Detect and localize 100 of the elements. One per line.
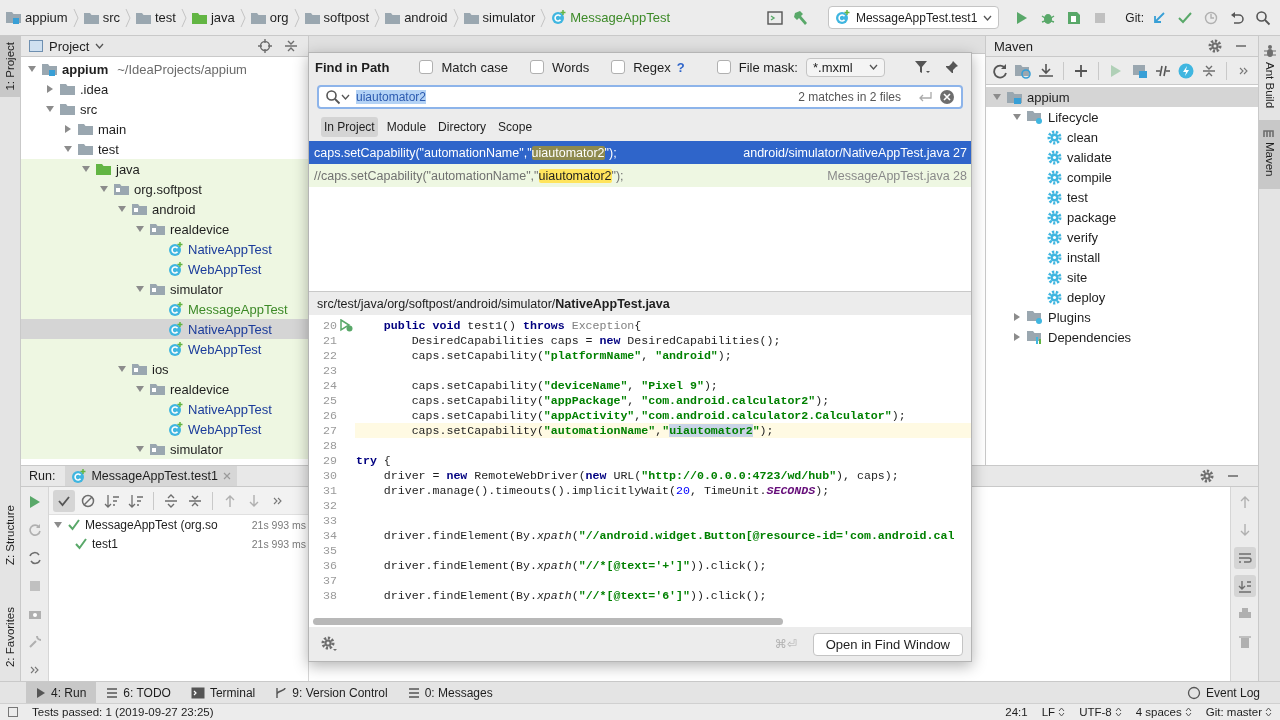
tree-arrow-icon[interactable] bbox=[81, 164, 91, 174]
status-widget[interactable]: UTF-8 bbox=[1079, 706, 1122, 718]
download-icon[interactable] bbox=[1038, 62, 1055, 79]
run-configuration-dropdown[interactable]: MessageAppTest.test1 bbox=[827, 6, 1000, 29]
coverage-icon[interactable] bbox=[1067, 10, 1082, 25]
open-in-find-window-button[interactable]: Open in Find Window bbox=[812, 632, 963, 656]
tree-arrow-icon[interactable] bbox=[45, 104, 55, 114]
close-icon[interactable] bbox=[222, 472, 231, 480]
tool-window-tab[interactable]: Z: Structure bbox=[0, 498, 20, 571]
down-arrow-icon[interactable] bbox=[1238, 523, 1251, 537]
search-icon[interactable] bbox=[325, 89, 341, 105]
more-icon[interactable] bbox=[1238, 65, 1249, 76]
checkbox[interactable]: Words bbox=[529, 59, 590, 75]
collapse-all-icon[interactable] bbox=[1201, 63, 1216, 78]
collapse-all-icon[interactable] bbox=[284, 39, 298, 53]
tree-item[interactable]: realdevice bbox=[21, 219, 308, 239]
refresh-icon[interactable] bbox=[992, 62, 1009, 79]
search-result[interactable]: //caps.setCapability("automationName","uiautomator2"); MessageAppTest.java 28 bbox=[309, 164, 971, 187]
status-widget[interactable]: Git: master bbox=[1205, 706, 1272, 718]
tool-window-tab[interactable]: 9: Version Control bbox=[265, 682, 398, 703]
tool-window-tab[interactable]: 4: Run bbox=[26, 682, 97, 703]
tree-item[interactable]: WebAppTest bbox=[21, 259, 308, 279]
down-arrow-icon[interactable] bbox=[248, 493, 260, 508]
update-arrow-icon[interactable] bbox=[1152, 10, 1166, 25]
enter-icon[interactable] bbox=[917, 91, 933, 103]
settings-icon[interactable] bbox=[1200, 469, 1214, 483]
settings-icon[interactable] bbox=[1208, 39, 1222, 53]
breadcrumb-item[interactable]: src bbox=[83, 10, 120, 25]
run-gutter-icon[interactable] bbox=[339, 319, 353, 332]
lightning-icon[interactable] bbox=[1177, 62, 1194, 79]
tree-item[interactable]: Plugins bbox=[986, 307, 1258, 327]
tree-item[interactable]: site bbox=[986, 267, 1258, 287]
tree-item[interactable]: java bbox=[21, 159, 308, 179]
checkbox[interactable]: Regex bbox=[611, 59, 671, 75]
add-icon[interactable] bbox=[1074, 63, 1089, 78]
status-widget[interactable]: LF bbox=[1041, 706, 1066, 718]
tree-item[interactable]: deploy bbox=[986, 287, 1258, 307]
tree-item[interactable]: org.softpost bbox=[21, 179, 308, 199]
tree-arrow-icon[interactable] bbox=[135, 384, 145, 394]
breadcrumb-item[interactable]: android bbox=[385, 10, 448, 25]
reimport-icon[interactable] bbox=[1015, 62, 1032, 79]
hammer-icon[interactable] bbox=[792, 9, 809, 26]
window-icon[interactable] bbox=[766, 10, 783, 25]
tree-item[interactable]: ios bbox=[21, 359, 308, 379]
settings-icon[interactable] bbox=[321, 636, 337, 652]
tool-window-tab[interactable]: 0: Messages bbox=[397, 682, 503, 703]
tree-item[interactable]: MessageAppTest bbox=[21, 299, 308, 319]
tree-item[interactable]: compile bbox=[986, 167, 1258, 187]
sort-icon[interactable] bbox=[104, 493, 120, 508]
tree-item[interactable]: simulator bbox=[21, 279, 308, 299]
tool-window-tab[interactable]: Terminal bbox=[180, 682, 266, 703]
tree-arrow-icon[interactable] bbox=[117, 364, 127, 374]
tree-arrow-icon[interactable] bbox=[27, 64, 37, 74]
checkbox[interactable]: File mask: bbox=[716, 59, 798, 75]
sort-icon[interactable] bbox=[128, 493, 144, 508]
up-arrow-icon[interactable] bbox=[1238, 495, 1251, 509]
wrench-icon[interactable] bbox=[27, 635, 42, 649]
breadcrumb-item[interactable]: test bbox=[136, 10, 176, 25]
scope-tab[interactable]: Directory bbox=[435, 117, 490, 137]
tree-arrow-icon[interactable] bbox=[45, 84, 55, 94]
check-icon[interactable] bbox=[1178, 10, 1192, 25]
file-mask-dropdown[interactable]: *.mxml bbox=[805, 57, 885, 77]
trash-icon[interactable] bbox=[1238, 635, 1251, 649]
cancel-icon[interactable] bbox=[81, 493, 95, 508]
tree-arrow-icon[interactable] bbox=[1012, 332, 1022, 342]
tool-window-tab[interactable]: 6: TODO bbox=[96, 682, 181, 703]
status-widget[interactable]: 4 spaces bbox=[1135, 706, 1192, 718]
filter-icon[interactable] bbox=[914, 59, 930, 75]
tree-item[interactable]: test bbox=[21, 139, 308, 159]
tree-arrow-icon[interactable] bbox=[1012, 312, 1022, 322]
breadcrumb-item[interactable]: org bbox=[250, 10, 289, 25]
search-icon[interactable] bbox=[1255, 9, 1271, 26]
pin-icon[interactable] bbox=[945, 60, 959, 74]
run-icon[interactable] bbox=[28, 495, 41, 509]
rerun-icon[interactable] bbox=[27, 523, 42, 537]
search-field[interactable]: uiautomator2 2 matches in 2 files bbox=[317, 85, 963, 109]
tool-window-tab[interactable]: Maven bbox=[1259, 120, 1280, 189]
scope-tab[interactable]: In Project bbox=[321, 117, 378, 137]
test-result-item[interactable]: test1 bbox=[49, 536, 118, 551]
tree-item[interactable]: install bbox=[986, 247, 1258, 267]
tree-item[interactable]: android bbox=[21, 199, 308, 219]
tree-item[interactable]: .idea bbox=[21, 79, 308, 99]
maven-goal-icon[interactable] bbox=[1131, 62, 1148, 79]
breadcrumb-item[interactable]: simulator bbox=[463, 10, 536, 25]
printer-icon[interactable] bbox=[1237, 607, 1252, 621]
tree-item[interactable]: simulator bbox=[21, 439, 308, 459]
search-result[interactable]: caps.setCapability("automationName","uiautomator2"); android/simulator/NativeAppTest.java 27 bbox=[309, 141, 971, 164]
up-arrow-icon[interactable] bbox=[224, 493, 236, 508]
stop-icon[interactable] bbox=[1094, 11, 1107, 24]
tool-window-tab[interactable]: 1: Project bbox=[0, 36, 20, 97]
tree-item[interactable]: verify bbox=[986, 227, 1258, 247]
more-icon[interactable] bbox=[29, 665, 40, 675]
more-icon[interactable] bbox=[273, 495, 283, 506]
test-result-item[interactable]: MessageAppTest (org.so bbox=[49, 517, 218, 532]
tree-item[interactable]: NativeAppTest bbox=[21, 319, 308, 339]
tree-arrow-icon[interactable] bbox=[63, 124, 73, 134]
checkbox[interactable]: Match case bbox=[419, 59, 508, 75]
toggle-icon[interactable] bbox=[27, 551, 42, 565]
tool-window-tab[interactable]: 2: Favorites bbox=[0, 600, 20, 673]
tree-item[interactable]: clean bbox=[986, 127, 1258, 147]
